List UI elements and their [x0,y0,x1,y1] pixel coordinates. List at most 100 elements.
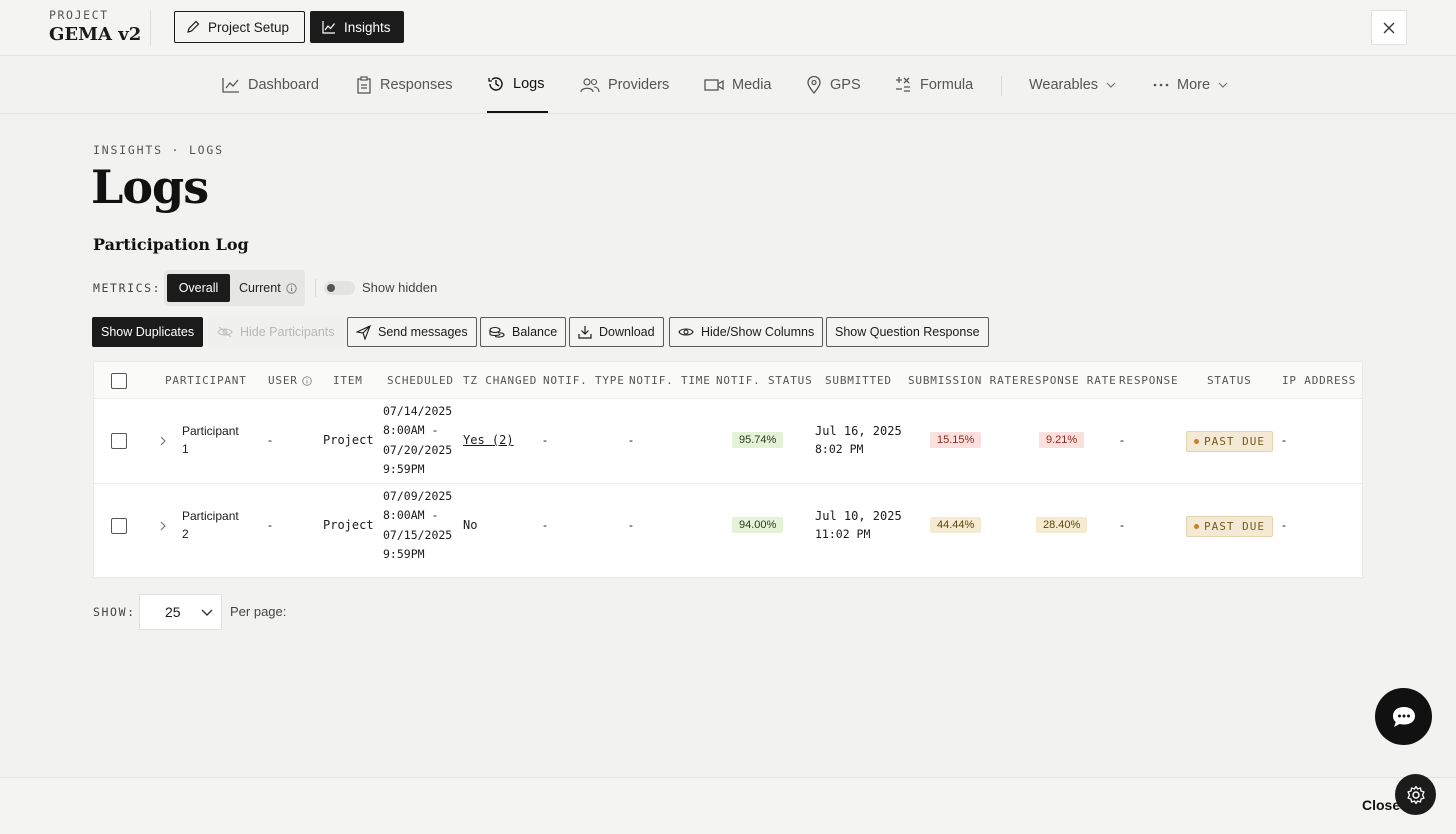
formula-icon [896,76,910,92]
submitted-date: Jul 10, 2025 [815,509,902,523]
nav-logs-label: Logs [513,75,545,92]
column-header-notif-time[interactable]: NOTIF. TIME [629,362,711,399]
response-cell: - [1120,518,1124,532]
show-question-response-button[interactable]: Show Question Response [826,317,989,347]
show-question-response-label: Show Question Response [835,325,980,339]
chart-line-icon [322,21,335,34]
select-all-checkbox[interactable] [111,373,127,389]
tz-changed-cell: No [463,518,478,532]
nav-dashboard-label: Dashboard [248,76,319,93]
nav-formula[interactable]: Formula [894,56,973,113]
insights-label: Insights [344,19,391,35]
tz-changed-link[interactable]: Yes (2) [463,433,514,447]
settings-button[interactable] [1395,774,1436,815]
column-header-tz-changed[interactable]: TZ CHANGED [463,362,537,399]
chevron-right-icon[interactable] [159,436,167,446]
submitted-date: Jul 16, 2025 [815,424,902,438]
chevron-right-icon[interactable] [159,521,167,531]
send-messages-label: Send messages [378,325,468,339]
status-badge: PAST DUE [1186,431,1273,452]
per-page-select[interactable]: 25 [139,594,222,630]
column-header-status[interactable]: STATUS [1207,362,1252,399]
nav-dashboard[interactable]: Dashboard [222,56,319,113]
users-icon [580,77,600,92]
eye-icon [678,328,694,336]
nav-providers[interactable]: Providers [580,56,669,113]
hide-show-columns-button[interactable]: Hide/Show Columns [669,317,824,347]
nav-providers-label: Providers [608,76,670,93]
nav-wearables[interactable]: Wearables [1029,56,1116,113]
coins-icon [489,326,505,338]
nav-media-label: Media [732,76,772,93]
send-messages-button[interactable]: Send messages [347,317,477,347]
chevron-down-icon [1218,82,1228,88]
clipboard-icon [357,75,371,94]
show-label: SHOW: [93,605,136,619]
notif-status-badge: 95.74% [732,432,784,448]
metrics-current-option[interactable]: Current [239,274,297,302]
scheduled-line-3: 07/20/2025 [383,443,453,457]
item-cell: Project [323,433,374,447]
column-header-response[interactable]: RESPONSE [1119,362,1178,399]
download-label: Download [599,325,655,339]
row-checkbox[interactable] [111,518,127,534]
close-icon-button[interactable] [1371,10,1407,45]
table-row[interactable]: Participant 2 - Project 07/09/2025 8:00A… [94,484,1362,569]
chart-line-icon [222,77,239,93]
project-setup-button[interactable]: Project Setup [174,11,305,43]
balance-button[interactable]: Balance [480,317,567,347]
download-button[interactable]: Download [569,317,664,347]
project-name: GEMA v2 [49,24,142,45]
column-header-notif-status[interactable]: NOTIF. STATUS [716,362,813,399]
show-duplicates-button[interactable]: Show Duplicates [92,317,204,347]
notif-time-cell: - [629,518,633,532]
user-cell: - [268,433,272,447]
video-icon [704,78,724,91]
hide-participants-button[interactable]: Hide Participants [208,317,344,347]
metrics-label: METRICS: [93,281,162,295]
chat-button[interactable] [1375,688,1432,745]
nav-media[interactable]: Media [704,56,772,113]
row-checkbox[interactable] [111,433,127,449]
show-hidden-toggle[interactable] [324,281,355,295]
info-icon [286,282,297,294]
nav-more-label: More [1177,76,1211,93]
nav-more[interactable]: More [1153,56,1228,113]
download-icon [578,326,592,339]
column-header-scheduled[interactable]: SCHEDULED [387,362,454,399]
top-bar: PROJECT GEMA v2 Project Setup Insights [0,0,1456,56]
per-page-value: 25 [165,604,181,620]
column-header-response-rate[interactable]: RESPONSE RATE [1020,362,1117,399]
insights-nav: Dashboard Responses Logs Providers Media… [0,56,1456,114]
column-header-notif-type[interactable]: NOTIF. TYPE [543,362,625,399]
nav-responses-label: Responses [380,76,453,93]
column-header-submission-rate[interactable]: SUBMISSION RATE [908,362,1019,399]
column-header-submitted[interactable]: SUBMITTED [825,362,892,399]
metrics-overall-option[interactable]: Overall [167,274,230,302]
project-label: PROJECT [49,8,109,22]
column-header-participant[interactable]: PARTICIPANT [165,362,247,399]
close-button[interactable]: Close [1362,797,1400,813]
status-label: PAST DUE [1204,520,1265,533]
hide-show-columns-label: Hide/Show Columns [701,325,815,339]
nav-responses[interactable]: Responses [356,56,453,113]
section-title: Participation Log [93,235,249,254]
chat-icon [1392,706,1415,727]
nav-gps[interactable]: GPS [806,56,861,113]
table-row[interactable]: Participant 1 - Project 07/14/2025 8:00A… [94,399,1362,484]
column-header-ip-address[interactable]: IP ADDRESS [1282,362,1356,399]
submitted-time: 8:02 PM [815,442,864,456]
column-header-item[interactable]: ITEM [333,362,363,399]
status-dot [1194,439,1199,444]
page-title: Logs [91,160,209,214]
response-rate-badge: 28.40% [1036,517,1088,533]
submission-rate-badge: 15.15% [930,432,982,448]
column-header-overflow[interactable]: A [1362,362,1363,399]
show-hidden-label: Show hidden [362,280,438,295]
nav-logs[interactable]: Logs [487,56,548,113]
response-rate-badge: 9.21% [1039,432,1085,448]
column-header-user[interactable]: USER [268,362,312,399]
scheduled-line-2: 8:00AM - [383,423,439,437]
nav-formula-label: Formula [920,76,974,93]
insights-button[interactable]: Insights [310,11,404,43]
